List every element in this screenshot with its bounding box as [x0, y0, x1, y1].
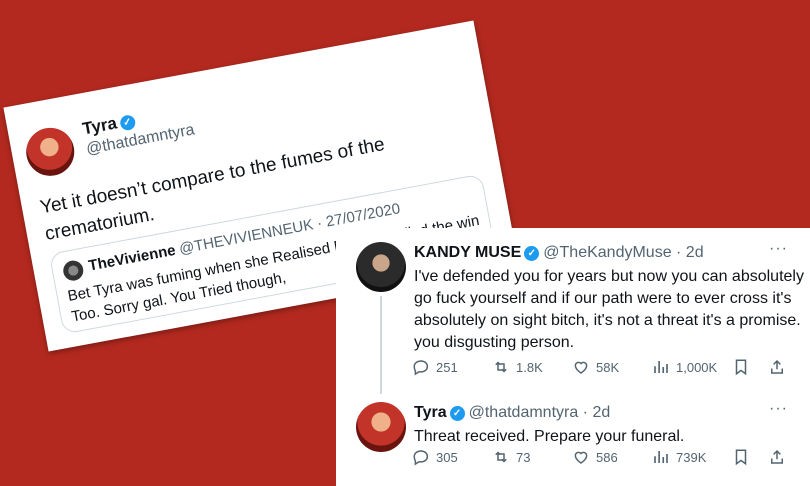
- bookmark-button[interactable]: [732, 448, 756, 466]
- tweet-text: I've defended you for years but now you …: [414, 268, 804, 351]
- verified-badge-icon: ✓: [449, 406, 465, 421]
- retweet-icon: [495, 451, 507, 463]
- verified-badge-icon: ✓: [118, 114, 137, 132]
- reply-icon: [413, 360, 429, 376]
- tweet-thread-card: KANDY MUSE ✓ @TheKandyMuse · 2d ··· I've d…: [336, 228, 810, 486]
- like-button[interactable]: 58K: [572, 358, 619, 376]
- retweet-icon: [495, 361, 507, 373]
- author-name[interactable]: KANDY MUSE: [414, 244, 521, 261]
- like-icon: [574, 361, 588, 374]
- tweet-header: KANDY MUSE ✓ @TheKandyMuse · 2d: [414, 244, 704, 262]
- retweet-count: 1.8K: [516, 359, 543, 375]
- like-icon: [574, 451, 588, 464]
- reply-button[interactable]: 251: [412, 358, 458, 376]
- bookmark-button[interactable]: [732, 358, 756, 376]
- bookmark-icon: [735, 449, 747, 466]
- more-options-icon[interactable]: ···: [769, 400, 788, 418]
- tweet-text: Threat received. Prepare your funeral.: [414, 428, 685, 445]
- share-icon: [771, 449, 783, 464]
- reply-count: 305: [436, 449, 458, 465]
- tweet-header: Tyra ✓ @thatdamntyra · 2d: [414, 404, 610, 422]
- views-button[interactable]: 739K: [652, 448, 706, 466]
- views-icon: [654, 451, 668, 463]
- reply-icon: [413, 450, 429, 466]
- views-button[interactable]: 1,000K: [652, 358, 717, 376]
- view-count: 739K: [676, 449, 707, 465]
- avatar[interactable]: [356, 242, 406, 292]
- views-icon: [654, 361, 668, 373]
- author-handle[interactable]: @thatdamntyra · 2d: [469, 404, 611, 421]
- thread-connector: [380, 296, 382, 394]
- avatar[interactable]: [356, 402, 406, 452]
- retweet-button[interactable]: 1.8K: [492, 358, 543, 376]
- author-name[interactable]: Tyra: [414, 404, 447, 421]
- reply-count: 251: [436, 359, 458, 375]
- author-handle[interactable]: @TheKandyMuse · 2d: [543, 244, 703, 261]
- reply-button[interactable]: 305: [412, 448, 458, 466]
- verified-badge-icon: ✓: [524, 246, 540, 261]
- share-button[interactable]: [768, 448, 792, 466]
- share-icon: [771, 359, 783, 374]
- tweet-actions: 251 1.8K 58K 1,000K: [412, 358, 792, 380]
- bookmark-icon: [735, 359, 747, 376]
- like-button[interactable]: 586: [572, 448, 618, 466]
- avatar[interactable]: [22, 123, 79, 180]
- retweet-button[interactable]: 73: [492, 448, 530, 466]
- tweet-actions: 305 73 586 739K: [412, 448, 792, 470]
- like-count: 586: [596, 449, 618, 465]
- share-button[interactable]: [768, 358, 792, 376]
- retweet-count: 73: [516, 449, 531, 465]
- avatar: [61, 258, 85, 283]
- like-count: 58K: [596, 359, 620, 375]
- view-count: 1,000K: [676, 359, 718, 375]
- more-options-icon[interactable]: ···: [769, 240, 788, 258]
